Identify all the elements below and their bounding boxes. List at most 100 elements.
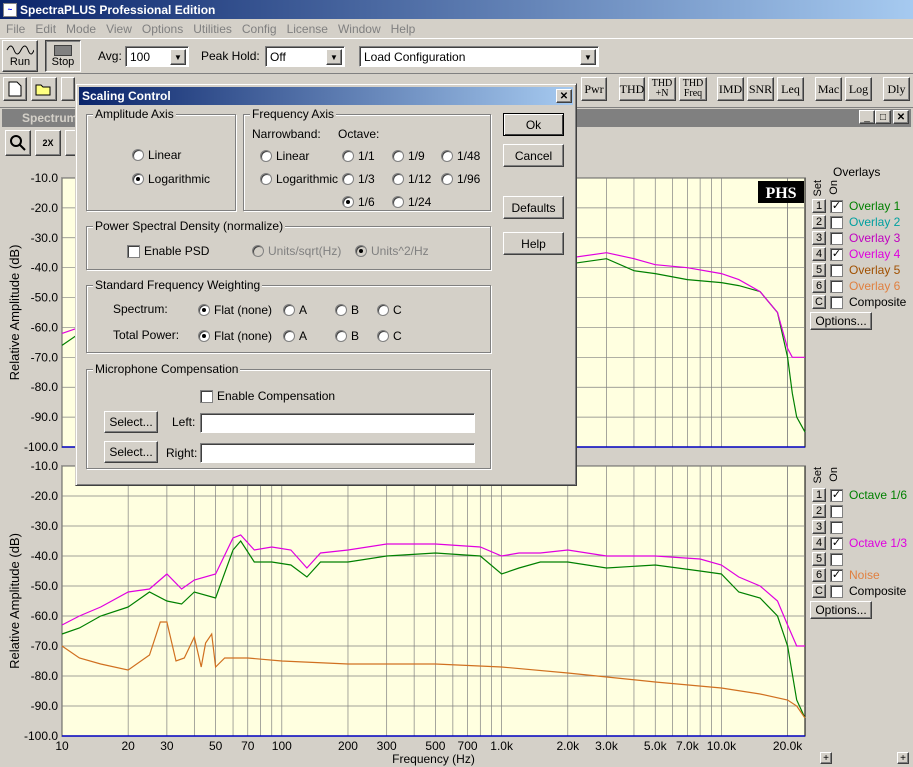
octave-1-24-radio[interactable]: 1/24 xyxy=(392,195,431,209)
menu-view[interactable]: View xyxy=(102,22,138,36)
overlay-bottom-on-checkbox[interactable]: ✓ xyxy=(830,488,843,502)
stop-button[interactable]: Stop xyxy=(45,40,81,72)
overlay-options-button-bottom[interactable]: Options... xyxy=(810,601,872,619)
overlay-on-checkbox[interactable] xyxy=(830,231,843,245)
mac-button[interactable]: Mac xyxy=(815,77,842,101)
overlay-on-checkbox[interactable] xyxy=(830,215,843,229)
overlay-set-button[interactable]: 4 xyxy=(812,247,826,261)
pwr-button[interactable]: Pwr xyxy=(581,77,607,101)
spectrum-b-radio[interactable]: B xyxy=(335,303,359,317)
menu-license[interactable]: License xyxy=(283,22,334,36)
log-button[interactable]: Log xyxy=(845,77,872,101)
overlay-on-checkbox[interactable]: ✓ xyxy=(830,199,843,213)
overlay-set-button[interactable]: 6 xyxy=(812,279,826,293)
cancel-button[interactable]: Cancel xyxy=(503,144,564,167)
octave-1-6-radio[interactable]: 1/6 xyxy=(342,195,375,209)
menu-window[interactable]: Window xyxy=(334,22,387,36)
amp-linear-radio[interactable]: Linear xyxy=(132,148,181,162)
leq-button[interactable]: Leq xyxy=(777,77,804,101)
octave-1-48-radio[interactable]: 1/48 xyxy=(441,149,480,163)
spectrum-c-radio[interactable]: C xyxy=(377,303,402,317)
amp-log-radio[interactable]: Logarithmic xyxy=(132,172,210,186)
overlay-bottom-set-button[interactable]: 1 xyxy=(812,488,826,502)
psd-units-sqrt-radio[interactable]: Units/sqrt(Hz) xyxy=(252,244,341,258)
avg-select[interactable]: 100 ▼ xyxy=(125,46,189,67)
overlay-on-checkbox[interactable] xyxy=(830,279,843,293)
new-file-button[interactable] xyxy=(3,77,27,101)
freq-log-radio[interactable]: Logarithmic xyxy=(260,172,338,186)
octave-1-96-radio[interactable]: 1/96 xyxy=(441,172,480,186)
thd-button[interactable]: THD xyxy=(619,77,645,101)
right-mic-file-field[interactable] xyxy=(200,443,475,463)
dialog-close-button[interactable]: ✕ xyxy=(556,89,572,103)
octave-1-12-radio[interactable]: 1/12 xyxy=(392,172,431,186)
psd-units-squared-radio[interactable]: Units^2/Hz xyxy=(355,244,429,258)
toolbar-partial-button[interactable] xyxy=(61,77,75,101)
overlay-set-button[interactable]: 2 xyxy=(812,215,826,229)
chevron-down-icon[interactable]: ▼ xyxy=(580,49,596,65)
overlay-bottom-on-checkbox[interactable] xyxy=(830,552,843,566)
overlay-bottom-set-button[interactable]: 4 xyxy=(812,536,826,550)
octave-1-3-radio[interactable]: 1/3 xyxy=(342,172,375,186)
overlay-bottom-set-button[interactable]: 2 xyxy=(812,504,826,518)
ok-button[interactable]: Ok xyxy=(503,113,564,136)
menu-help[interactable]: Help xyxy=(387,22,422,36)
dly-button[interactable]: Dly xyxy=(883,77,910,101)
menu-config[interactable]: Config xyxy=(238,22,283,36)
left-mic-file-field[interactable] xyxy=(200,413,475,433)
select-left-button[interactable]: Select... xyxy=(104,411,158,433)
overlay-bottom-on-checkbox[interactable] xyxy=(830,504,843,518)
spectrum-flat-radio[interactable]: Flat (none) xyxy=(198,303,272,317)
overlay-bottom-set-button[interactable]: 3 xyxy=(812,520,826,534)
octave-1-1-radio[interactable]: 1/1 xyxy=(342,149,375,163)
expand-button-right[interactable]: + xyxy=(897,752,909,764)
overlay-set-button[interactable]: 1 xyxy=(812,199,826,213)
overlay-on-checkbox[interactable]: ✓ xyxy=(830,247,843,261)
configuration-select[interactable]: Load Configuration ▼ xyxy=(359,46,599,67)
freq-linear-radio[interactable]: Linear xyxy=(260,149,309,163)
overlay-bottom-set-button[interactable]: 5 xyxy=(812,552,826,566)
menu-edit[interactable]: Edit xyxy=(31,22,62,36)
overlay-bottom-on-checkbox[interactable] xyxy=(830,584,843,598)
overlay-bottom-on-checkbox[interactable]: ✓ xyxy=(830,536,843,550)
chevron-down-icon[interactable]: ▼ xyxy=(326,49,342,65)
thd-freq-button[interactable]: THD Freq xyxy=(679,77,707,101)
minimize-button[interactable]: _ xyxy=(859,110,875,124)
spectrum-a-radio[interactable]: A xyxy=(283,303,307,317)
defaults-button[interactable]: Defaults xyxy=(503,196,564,219)
close-window-button[interactable]: ✕ xyxy=(893,110,909,124)
overlay-options-button[interactable]: Options... xyxy=(810,312,872,330)
overlay-bottom-on-checkbox[interactable] xyxy=(830,520,843,534)
overlay-on-checkbox[interactable] xyxy=(830,263,843,277)
snr-button[interactable]: SNR xyxy=(747,77,774,101)
octave-1-9-radio[interactable]: 1/9 xyxy=(392,149,425,163)
thd-n-button[interactable]: THD +N xyxy=(648,77,676,101)
total-b-radio[interactable]: B xyxy=(335,329,359,343)
menu-mode[interactable]: Mode xyxy=(62,22,102,36)
total-a-radio[interactable]: A xyxy=(283,329,307,343)
overlay-bottom-set-button[interactable]: 6 xyxy=(812,568,826,582)
enable-compensation-checkbox[interactable]: Enable Compensation xyxy=(200,389,335,403)
expand-button[interactable]: + xyxy=(820,752,832,764)
overlay-set-button[interactable]: 3 xyxy=(812,231,826,245)
overlay-set-button[interactable]: C xyxy=(812,295,826,309)
total-flat-radio[interactable]: Flat (none) xyxy=(198,329,272,343)
help-button[interactable]: Help xyxy=(503,232,564,255)
chevron-down-icon[interactable]: ▼ xyxy=(170,49,186,65)
overlay-on-checkbox[interactable] xyxy=(830,295,843,309)
overlay-bottom-set-button[interactable]: C xyxy=(812,584,826,598)
overlay-set-button[interactable]: 5 xyxy=(812,263,826,277)
menu-utilities[interactable]: Utilities xyxy=(189,22,238,36)
enable-psd-checkbox[interactable]: Enable PSD xyxy=(127,244,209,258)
peak-hold-select[interactable]: Off ▼ xyxy=(265,46,345,67)
imd-button[interactable]: IMD xyxy=(717,77,744,101)
menu-file[interactable]: File xyxy=(2,22,31,36)
plot-area[interactable] xyxy=(61,465,806,737)
total-c-radio[interactable]: C xyxy=(377,329,402,343)
menu-options[interactable]: Options xyxy=(138,22,189,36)
open-file-button[interactable] xyxy=(31,77,57,101)
select-right-button[interactable]: Select... xyxy=(104,441,158,463)
overlay-bottom-on-checkbox[interactable]: ✓ xyxy=(830,568,843,582)
run-button[interactable]: Run xyxy=(2,40,38,72)
maximize-button[interactable]: □ xyxy=(875,110,891,124)
